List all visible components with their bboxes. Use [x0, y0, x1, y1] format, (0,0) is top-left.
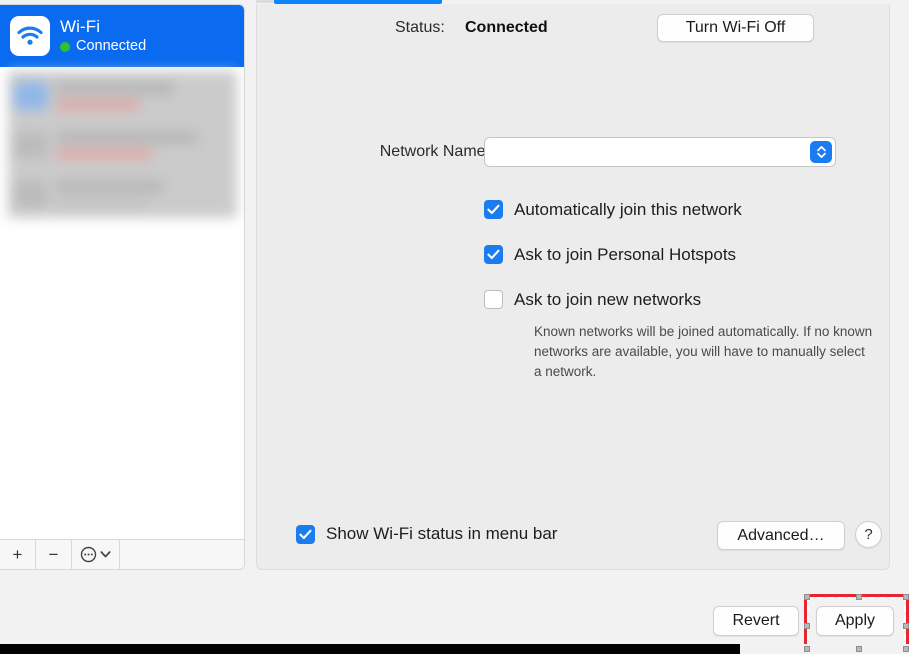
revert-button[interactable]: Revert [713, 606, 799, 636]
tab-inactive-sliver[interactable] [256, 0, 274, 3]
checkmark-icon [487, 249, 500, 260]
wifi-icon [10, 16, 50, 56]
sidebar-item-wifi-name: Wi-Fi [60, 17, 146, 37]
redacted-services-block[interactable] [8, 71, 237, 218]
sidebar-item-wifi[interactable]: Wi-Fi Connected [0, 5, 244, 67]
sidebar-toolbar-filler [120, 540, 244, 569]
checkbox-new-networks[interactable] [484, 290, 503, 309]
checkbox-label-auto-join: Automatically join this network [514, 200, 742, 220]
checkmark-icon [487, 204, 500, 215]
redacted-service-text [56, 180, 164, 208]
help-button[interactable]: ? [855, 521, 882, 548]
apply-button[interactable]: Apply [816, 606, 894, 636]
redacted-service-name [56, 131, 198, 144]
annotation-handle [903, 594, 909, 600]
redacted-service-icon [14, 82, 48, 110]
redacted-service-name [56, 82, 174, 95]
sidebar-item-wifi-text: Wi-Fi Connected [60, 17, 146, 55]
add-service-button[interactable]: + [0, 540, 36, 569]
sidebar-toolbar: + − [0, 539, 244, 569]
status-value: Connected [465, 19, 548, 37]
checkbox-row-personal-hotspots[interactable]: Ask to join Personal Hotspots [484, 239, 742, 270]
turn-wifi-off-button[interactable]: Turn Wi-Fi Off [657, 14, 814, 42]
panel-bottom-row: Show Wi-Fi status in menu bar Advanced… … [257, 521, 889, 551]
service-actions-menu-button[interactable] [72, 540, 120, 569]
network-name-label: Network Name: [342, 143, 490, 161]
screen-bottom-gap [740, 644, 909, 654]
checkbox-label-show-wifi-status: Show Wi-Fi status in menu bar [326, 524, 557, 544]
redacted-service-status [56, 149, 152, 159]
network-name-combobox[interactable] [484, 137, 836, 167]
status-dot-connected-icon [60, 42, 70, 52]
redacted-service-name [56, 180, 164, 193]
checkbox-label-new-networks: Ask to join new networks [514, 290, 701, 310]
checkbox-row-auto-join[interactable]: Automatically join this network [484, 194, 742, 225]
auto-join-help-text: Known networks will be joined automatica… [534, 322, 874, 382]
advanced-button[interactable]: Advanced… [717, 521, 845, 550]
network-name-stepper-icon[interactable] [810, 141, 832, 163]
checkbox-row-new-networks[interactable]: Ask to join new networks [484, 284, 742, 315]
network-services-sidebar: Wi-Fi Connected [0, 4, 245, 570]
redacted-service-text [56, 131, 198, 159]
sidebar-item-wifi-status-line: Connected [60, 38, 146, 55]
checkbox-label-personal-hotspots: Ask to join Personal Hotspots [514, 245, 736, 265]
redacted-service-row [8, 169, 237, 218]
sidebar-item-wifi-status: Connected [76, 38, 146, 55]
annotation-handle [804, 623, 810, 629]
wifi-settings-panel: Status: Connected Turn Wi-Fi Off Network… [256, 4, 890, 570]
wifi-options-checkbox-group: Automatically join this network Ask to j… [484, 194, 742, 329]
network-name-input[interactable] [493, 142, 797, 164]
redacted-service-status [56, 198, 148, 208]
annotation-handle [804, 594, 810, 600]
redacted-service-icon [14, 131, 48, 159]
redacted-service-text [56, 82, 174, 110]
annotation-handle [856, 594, 862, 600]
checkmark-icon [299, 529, 312, 540]
ellipsis-circle-icon [80, 546, 97, 563]
redacted-service-row [8, 71, 237, 120]
remove-service-button[interactable]: − [36, 540, 72, 569]
redacted-service-icon [14, 180, 48, 208]
screen-bottom-black-bar [0, 644, 740, 654]
checkbox-row-show-wifi-status[interactable]: Show Wi-Fi status in menu bar [296, 524, 557, 544]
network-preferences-window: Wi-Fi Connected [0, 0, 909, 640]
status-label: Status: [395, 19, 445, 37]
checkbox-auto-join[interactable] [484, 200, 503, 219]
checkbox-personal-hotspots[interactable] [484, 245, 503, 264]
checkbox-show-wifi-status[interactable] [296, 525, 315, 544]
status-row: Status: Connected Turn Wi-Fi Off [257, 13, 889, 45]
redacted-service-row [8, 120, 237, 169]
network-name-row: Network Name: [257, 137, 889, 171]
network-services-list[interactable]: Wi-Fi Connected [0, 5, 244, 539]
annotation-handle [903, 623, 909, 629]
redacted-service-status [56, 100, 140, 110]
chevron-down-icon [100, 550, 111, 559]
